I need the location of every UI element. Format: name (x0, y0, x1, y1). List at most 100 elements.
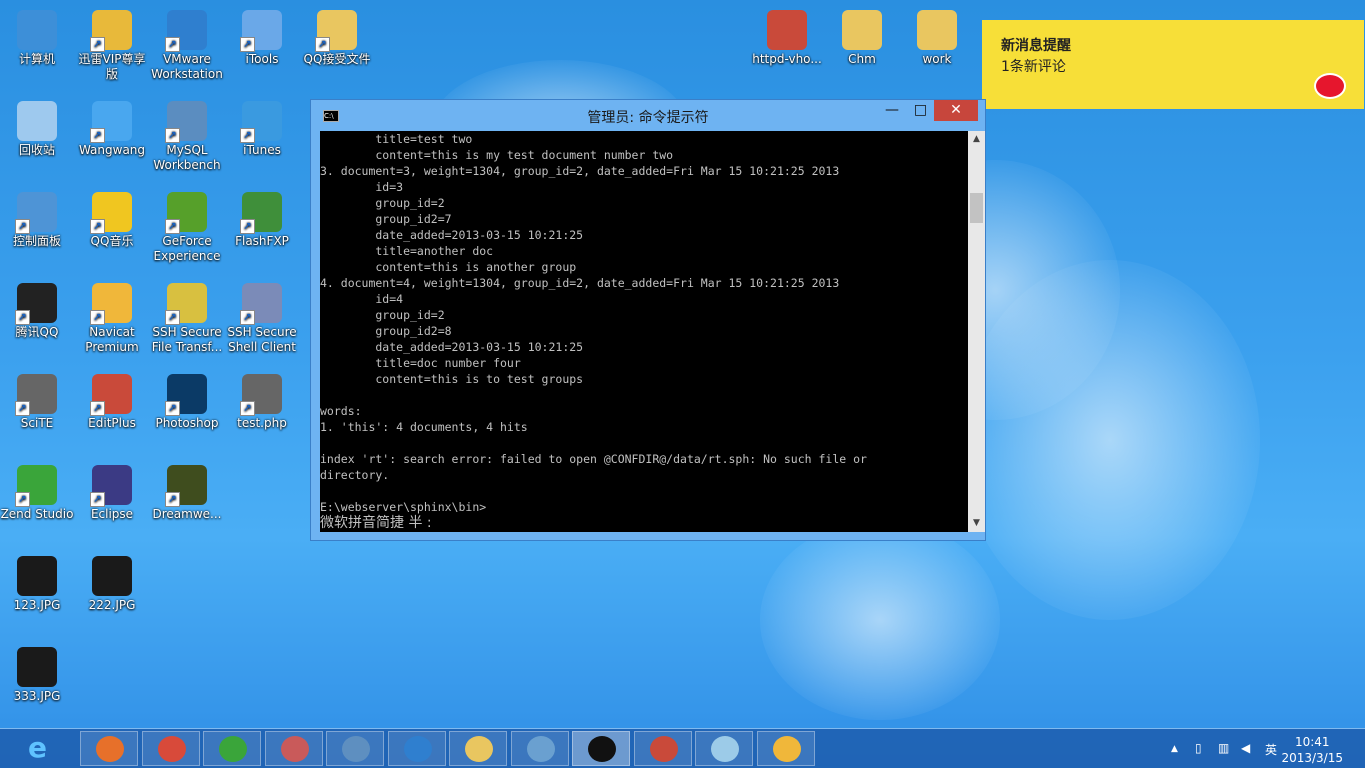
volume-icon[interactable]: ◀ (1241, 741, 1250, 755)
desktop-icon[interactable]: 计算机 (0, 4, 74, 92)
editplus-taskbar-icon (649, 736, 678, 762)
notification-toast[interactable]: 新消息提醒 1条新评论 (982, 20, 1364, 109)
ime-language-indicator[interactable]: 英 (1265, 741, 1277, 758)
desktop-icon[interactable]: Photoshop (150, 368, 224, 456)
window-titlebar[interactable]: C:\ 管理员: 命令提示符 — □ ✕ (311, 100, 985, 130)
computer-icon (17, 10, 57, 50)
desktop-icon[interactable]: MySQL Workbench (150, 95, 224, 183)
taskbar-button-notepad[interactable] (695, 731, 753, 766)
desktop-icon[interactable]: SSH Secure Shell Client (225, 277, 299, 365)
scroll-down-icon[interactable]: ▼ (968, 515, 985, 532)
itools-icon (240, 10, 282, 52)
desktop-icon[interactable]: httpd-vho... (750, 4, 824, 92)
console-line: words: (320, 404, 362, 418)
desktop-icon[interactable]: work (900, 4, 974, 92)
desktop-icon[interactable]: FlashFXP (225, 186, 299, 274)
desktop-icon[interactable]: SciTE (0, 368, 74, 456)
taskbar-button-globe[interactable] (326, 731, 384, 766)
action-center-icon[interactable]: ▯ (1195, 741, 1202, 755)
console-line: group_id=2 (320, 308, 445, 322)
desktop-icon[interactable]: iTools (225, 4, 299, 92)
taskbar-button-vmware[interactable] (387, 731, 446, 766)
itunes-icon (240, 101, 282, 143)
dreamweaver-icon (165, 465, 207, 507)
editplus-icon (90, 374, 132, 416)
control-panel-icon (15, 192, 57, 234)
desktop-icon[interactable]: QQ音乐 (75, 186, 149, 274)
desktop-icon[interactable]: EditPlus (75, 368, 149, 456)
desktop-icon-label: 迅雷VIP尊享版 (78, 52, 146, 81)
desktop-icon[interactable]: Wangwang (75, 95, 149, 183)
taskbar-button-snipping[interactable] (264, 731, 323, 766)
desktop-icon-label: Navicat Premium (85, 325, 139, 354)
desktop-icon-label: VMware Workstation (151, 52, 223, 81)
desktop-icon[interactable]: 回收站 (0, 95, 74, 183)
desktop-icon[interactable]: Chm (825, 4, 899, 92)
taskbar-button-remote[interactable] (510, 731, 569, 766)
globe-icon (342, 736, 370, 762)
desktop-icon[interactable]: VMware Workstation (150, 4, 224, 92)
desktop-icon-label: FlashFXP (235, 234, 289, 248)
taskbar-button-explorer[interactable] (449, 731, 507, 766)
desktop-icon-label: httpd-vho... (752, 52, 822, 66)
network-icon[interactable]: ▥ (1218, 741, 1229, 755)
desktop-icon[interactable]: iTunes (225, 95, 299, 183)
navicat-taskbar-icon (772, 736, 801, 762)
taskbar-button-cmd[interactable] (572, 731, 630, 766)
console-output[interactable]: title=test two content=this is my test d… (320, 131, 968, 532)
console-line: title=another doc (320, 244, 494, 258)
desktop-icon[interactable]: 123.JPG (0, 550, 74, 638)
start-ie-icon[interactable]: e (28, 732, 62, 764)
command-prompt-icon (588, 736, 616, 762)
taskbar-button-firefox[interactable] (80, 731, 138, 766)
desktop-icon[interactable]: Dreamwe... (150, 459, 224, 547)
recycle-bin-icon (17, 101, 57, 141)
console-line: title=doc number four (320, 356, 521, 370)
desktop-icon[interactable]: GeForce Experience (150, 186, 224, 274)
desktop-icon-label: EditPlus (88, 416, 136, 430)
vertical-scrollbar[interactable]: ▲ ▼ (968, 131, 985, 532)
desktop-icon-label: Photoshop (155, 416, 219, 430)
desktop-icon-label: 123.JPG (13, 598, 61, 612)
mysql-workbench-icon (165, 101, 207, 143)
console-line: content=this is my test document number … (320, 148, 674, 162)
flashfxp-icon (240, 192, 282, 234)
taskbar-button-360[interactable] (203, 731, 261, 766)
tray-arrow-icon[interactable]: ▲ (1171, 744, 1178, 754)
desktop-icon[interactable]: QQ接受文件 (300, 4, 374, 92)
folder-icon (315, 10, 357, 52)
command-prompt-window[interactable]: C:\ 管理员: 命令提示符 — □ ✕ title=test two cont… (310, 99, 986, 541)
desktop-icon[interactable]: Navicat Premium (75, 277, 149, 365)
ssh-shell-icon (240, 283, 282, 325)
desktop-icon-label: 回收站 (18, 143, 55, 157)
desktop-icon[interactable]: test.php (225, 368, 299, 456)
editplus-file-icon (767, 10, 807, 50)
desktop-icon-label: Chm (848, 52, 876, 66)
clock[interactable]: 10:41 2013/3/15 (1281, 734, 1343, 766)
desktop-icon[interactable]: 222.JPG (75, 550, 149, 638)
desktop-icon[interactable]: 迅雷VIP尊享版 (75, 4, 149, 92)
taskbar-button-chrome[interactable] (141, 731, 200, 766)
taskbar-button-editplus[interactable] (633, 731, 692, 766)
desktop-icon[interactable]: SSH Secure File Transf... (150, 277, 224, 365)
scroll-up-icon[interactable]: ▲ (968, 131, 985, 148)
taskbar-button-navicat[interactable] (756, 731, 815, 766)
desktop-icon[interactable]: Eclipse (75, 459, 149, 547)
navicat-icon (90, 283, 132, 325)
desktop-icon[interactable]: 腾讯QQ (0, 277, 74, 365)
scrollbar-thumb[interactable] (970, 193, 983, 223)
jpg-file-icon (17, 556, 57, 596)
file-explorer-icon (465, 736, 493, 762)
desktop-icon[interactable]: Zend Studio (0, 459, 74, 547)
minimize-button[interactable]: — (877, 100, 907, 121)
close-button[interactable]: ✕ (934, 100, 978, 121)
vmware-icon (165, 10, 207, 52)
desktop-icon[interactable]: 控制面板 (0, 186, 74, 274)
qq-penguin-icon (15, 283, 57, 325)
desktop-icon-label: MySQL Workbench (153, 143, 221, 172)
desktop-icon[interactable]: 333.JPG (0, 641, 74, 729)
console-line: date_added=2013-03-15 10:21:25 (320, 228, 584, 242)
desktop-icon-label: Wangwang (78, 143, 146, 157)
maximize-button[interactable]: □ (907, 100, 934, 121)
console-line: id=4 (320, 292, 404, 306)
